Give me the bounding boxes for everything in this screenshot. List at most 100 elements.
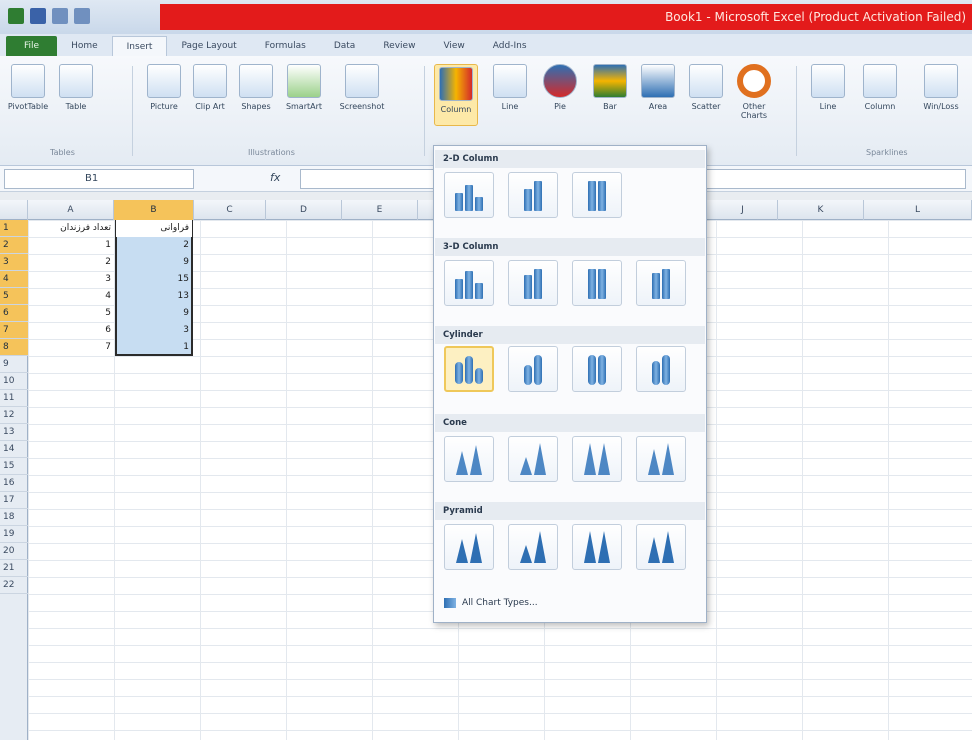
line-chart-button[interactable]: Line xyxy=(488,64,532,111)
column-header-e[interactable]: E xyxy=(342,200,418,220)
select-all-corner[interactable] xyxy=(0,200,28,220)
row-header[interactable]: 3 xyxy=(0,254,28,271)
column-header-l[interactable]: L xyxy=(864,200,972,220)
undo-icon[interactable] xyxy=(52,8,68,24)
tab-add-ins[interactable]: Add-Ins xyxy=(479,36,541,56)
fx-icon[interactable]: fx xyxy=(270,171,280,184)
cell-b7[interactable]: 3 xyxy=(116,322,192,339)
row-header[interactable]: 20 xyxy=(0,543,28,560)
tab-review[interactable]: Review xyxy=(369,36,429,56)
tab-insert[interactable]: Insert xyxy=(111,36,168,56)
cell-a6[interactable]: 5 xyxy=(30,305,114,322)
clustered-column-option[interactable] xyxy=(444,172,494,218)
clustered-pyramid-option[interactable] xyxy=(444,524,494,570)
sparkline-line-button[interactable]: Line xyxy=(806,64,850,111)
tab-home[interactable]: Home xyxy=(57,36,112,56)
bar-chart-button[interactable]: Bar xyxy=(588,64,632,111)
cell-a4[interactable]: 3 xyxy=(30,271,114,288)
3d-stacked-column-option[interactable] xyxy=(508,260,558,306)
3d-100-stacked-column-option[interactable] xyxy=(572,260,622,306)
3d-cylinder-option[interactable] xyxy=(636,346,686,392)
row-header[interactable]: 5 xyxy=(0,288,28,305)
row-header[interactable]: 19 xyxy=(0,526,28,543)
tab-formulas[interactable]: Formulas xyxy=(251,36,320,56)
row-header[interactable]: 2 xyxy=(0,237,28,254)
area-chart-button[interactable]: Area xyxy=(636,64,680,111)
stacked-cone-option[interactable] xyxy=(508,436,558,482)
3d-clustered-column-option[interactable] xyxy=(444,260,494,306)
smartart-button[interactable]: SmartArt xyxy=(282,64,326,111)
screenshot-button[interactable]: Screenshot xyxy=(334,64,390,111)
group-separator xyxy=(796,66,797,156)
row-header[interactable]: 16 xyxy=(0,475,28,492)
stacked-pyramid-option[interactable] xyxy=(508,524,558,570)
tab-data[interactable]: Data xyxy=(320,36,370,56)
row-header[interactable]: 10 xyxy=(0,373,28,390)
other-charts-button[interactable]: Other Charts xyxy=(732,64,776,120)
column-header-c[interactable]: C xyxy=(194,200,266,220)
cell-b6[interactable]: 9 xyxy=(116,305,192,322)
column-header-b[interactable]: B xyxy=(114,200,194,220)
row-header[interactable]: 8 xyxy=(0,339,28,356)
picture-button[interactable]: Picture xyxy=(142,64,186,111)
100-stacked-cone-option[interactable] xyxy=(572,436,622,482)
pivottable-button[interactable]: PivotTable xyxy=(6,64,50,111)
column-header-a[interactable]: A xyxy=(28,200,114,220)
cell-b8[interactable]: 1 xyxy=(116,339,192,356)
row-header[interactable]: 1 xyxy=(0,220,28,237)
cell-b3[interactable]: 9 xyxy=(116,254,192,271)
cell-a3[interactable]: 2 xyxy=(30,254,114,271)
column-chart-button[interactable]: Column xyxy=(434,64,478,126)
row-header[interactable]: 11 xyxy=(0,390,28,407)
3d-column-option[interactable] xyxy=(636,260,686,306)
stacked-column-option[interactable] xyxy=(508,172,558,218)
row-header[interactable]: 12 xyxy=(0,407,28,424)
column-header-j[interactable]: J xyxy=(708,200,778,220)
cell-a5[interactable]: 4 xyxy=(30,288,114,305)
table-button[interactable]: Table xyxy=(54,64,98,111)
row-header[interactable]: 4 xyxy=(0,271,28,288)
row-header[interactable]: 7 xyxy=(0,322,28,339)
pie-chart-button[interactable]: Pie xyxy=(538,64,582,111)
cell-a8[interactable]: 7 xyxy=(30,339,114,356)
100-stacked-pyramid-option[interactable] xyxy=(572,524,622,570)
sparkline-column-button[interactable]: Column xyxy=(858,64,902,111)
row-header[interactable]: 17 xyxy=(0,492,28,509)
row-header[interactable]: 14 xyxy=(0,441,28,458)
row-header[interactable]: 22 xyxy=(0,577,28,594)
cell-b1[interactable]: فراوانی xyxy=(116,220,192,237)
row-header[interactable]: 13 xyxy=(0,424,28,441)
tab-file[interactable]: File xyxy=(6,36,58,56)
cell-a7[interactable]: 6 xyxy=(30,322,114,339)
tab-view[interactable]: View xyxy=(429,36,478,56)
save-icon[interactable] xyxy=(30,8,46,24)
tab-page-layout[interactable]: Page Layout xyxy=(167,36,250,56)
row-header[interactable]: 6 xyxy=(0,305,28,322)
row-header[interactable]: 9 xyxy=(0,356,28,373)
cell-b5[interactable]: 13 xyxy=(116,288,192,305)
row-header[interactable]: 18 xyxy=(0,509,28,526)
clip-art-button[interactable]: Clip Art xyxy=(188,64,232,111)
cell-a1[interactable]: تعداد فرزندان xyxy=(30,220,114,237)
row-header[interactable]: 15 xyxy=(0,458,28,475)
column-header-k[interactable]: K xyxy=(778,200,864,220)
shapes-button[interactable]: Shapes xyxy=(234,64,278,111)
3d-pyramid-option[interactable] xyxy=(636,524,686,570)
100-stacked-column-option[interactable] xyxy=(572,172,622,218)
cell-a2[interactable]: 1 xyxy=(30,237,114,254)
sparkline-winloss-button[interactable]: Win/Loss xyxy=(914,64,968,111)
stacked-cylinder-option[interactable] xyxy=(508,346,558,392)
group-separator xyxy=(424,66,425,156)
column-header-d[interactable]: D xyxy=(266,200,342,220)
all-chart-types-link[interactable]: All Chart Types... xyxy=(444,598,538,608)
3d-cone-option[interactable] xyxy=(636,436,686,482)
scatter-chart-button[interactable]: Scatter xyxy=(684,64,728,111)
cell-b2[interactable]: 2 xyxy=(116,237,192,254)
name-box[interactable]: B1 xyxy=(4,169,194,189)
row-header[interactable]: 21 xyxy=(0,560,28,577)
redo-icon[interactable] xyxy=(74,8,90,24)
100-stacked-cylinder-option[interactable] xyxy=(572,346,622,392)
clustered-cone-option[interactable] xyxy=(444,436,494,482)
cell-b4[interactable]: 15 xyxy=(116,271,192,288)
clustered-cylinder-option[interactable] xyxy=(444,346,494,392)
